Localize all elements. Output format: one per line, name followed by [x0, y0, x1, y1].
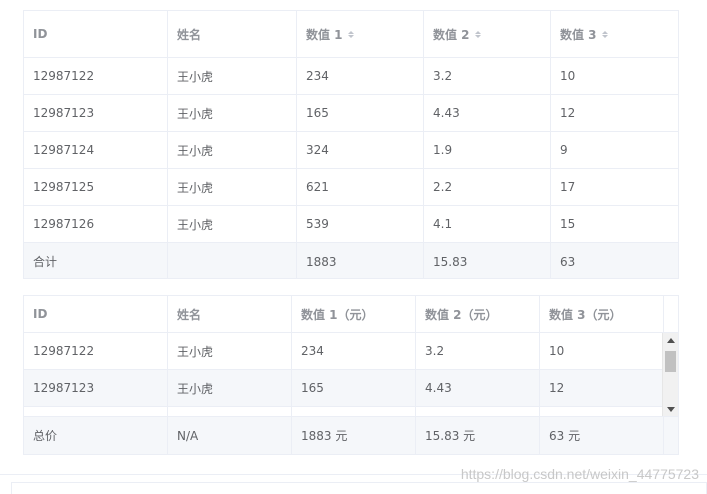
- table-row[interactable]: 12987125 王小虎 621 2.2 17: [24, 169, 678, 206]
- header-label: 数值 1: [306, 27, 343, 42]
- header-value2-sortable[interactable]: 数值 2: [424, 11, 551, 57]
- cell-name: 王小虎: [168, 58, 297, 94]
- cell-id: 12987125: [24, 169, 168, 205]
- cell-name: 王小虎: [168, 95, 297, 131]
- cell-value1: 234: [292, 333, 416, 369]
- summary-label: 合计: [24, 243, 168, 278]
- cell-value2: 3.2: [416, 333, 540, 369]
- summary-value1: 1883 元: [292, 417, 416, 454]
- summary-gutter: [664, 417, 678, 454]
- summary-row: 总价 N/A 1883 元 15.83 元 63 元: [24, 416, 678, 454]
- cell-id: 12987123: [24, 95, 168, 131]
- cell-value3: 10: [549, 344, 565, 358]
- summary-row: 合计 1883 15.83 63: [24, 243, 678, 278]
- header-label: 数值 3: [560, 27, 597, 42]
- cell-value1: 165: [297, 95, 424, 131]
- table-row[interactable]: 12987126 王小虎 539 4.1 15: [24, 206, 678, 243]
- header-name: 姓名: [168, 11, 297, 57]
- cell-id: 12987122: [24, 58, 168, 94]
- header-label: 数值 2: [433, 27, 470, 42]
- summary-value3: 63 元: [540, 417, 664, 454]
- header-value1: 数值 1（元）: [292, 296, 416, 332]
- header-id: ID: [24, 11, 168, 57]
- cell-name: 王小虎: [168, 206, 297, 242]
- header-value1-sortable[interactable]: 数值 1: [297, 11, 424, 57]
- cell-value1: 539: [297, 206, 424, 242]
- cell-value2: 1.9: [424, 132, 551, 168]
- cell-value1: 165: [292, 370, 416, 406]
- summary-name: [168, 243, 297, 278]
- table-row[interactable]: 12987124 王小虎 324 1.9 9: [24, 132, 678, 169]
- sortable-table: ID 姓名 数值 1 数值 2 数值 3 12987122 王小虎 234 3.…: [23, 10, 679, 279]
- next-panel-edge: [11, 482, 707, 494]
- table-row[interactable]: 12987122 王小虎 234 3.2 10: [24, 58, 678, 95]
- summary-name: N/A: [168, 417, 292, 454]
- cell-id: 12987124: [24, 132, 168, 168]
- header-value3-sortable[interactable]: 数值 3: [551, 11, 678, 57]
- table-row[interactable]: 12987123 王小虎 165 4.43 12: [24, 370, 678, 407]
- cell-id: 12987123: [24, 370, 168, 406]
- cell-value3: 12: [560, 106, 576, 120]
- cell-value2: 2.2: [424, 169, 551, 205]
- table-body-scroll[interactable]: 12987122 王小虎 234 3.2 10 12987123 王小虎 165…: [24, 333, 678, 417]
- summary-value3: 63: [560, 254, 576, 269]
- summary-value2: 15.83: [424, 243, 551, 278]
- table-header-row: ID 姓名 数值 1（元） 数值 2（元） 数值 3（元）: [24, 296, 678, 333]
- cell-value3: 15: [560, 217, 576, 231]
- table-row[interactable]: 12987123 王小虎 165 4.43 12: [24, 95, 678, 132]
- cell-value3: 17: [560, 180, 576, 194]
- cell-name: 王小虎: [168, 370, 292, 406]
- header-value2: 数值 2（元）: [416, 296, 540, 332]
- header-gutter: [664, 296, 678, 332]
- cell-value2: 4.43: [424, 95, 551, 131]
- cell-value3: 9: [560, 143, 568, 157]
- header-label: ID: [33, 27, 48, 41]
- vertical-scrollbar[interactable]: [662, 333, 678, 417]
- fixed-height-table: ID 姓名 数值 1（元） 数值 2（元） 数值 3（元） 12987122 王…: [23, 295, 679, 455]
- sort-caret-icon[interactable]: [601, 30, 608, 38]
- header-name: 姓名: [168, 296, 292, 332]
- cell-id: 12987126: [24, 206, 168, 242]
- cell-id: 12987122: [24, 333, 168, 369]
- cell-value2: 4.43: [416, 370, 540, 406]
- scroll-up-icon[interactable]: [667, 338, 675, 343]
- table-row[interactable]: 12987122 王小虎 234 3.2 10: [24, 333, 678, 370]
- watermark-text: https://blog.csdn.net/weixin_44775723: [460, 466, 699, 482]
- header-id: ID: [24, 296, 168, 332]
- cell-name: 王小虎: [168, 333, 292, 369]
- cell-value1: 621: [297, 169, 424, 205]
- cell-value2: 3.2: [424, 58, 551, 94]
- cell-value1: 324: [297, 132, 424, 168]
- header-value3: 数值 3（元）: [540, 296, 664, 332]
- scroll-down-icon[interactable]: [667, 407, 675, 412]
- summary-label: 总价: [24, 417, 168, 454]
- cell-value2: 4.1: [424, 206, 551, 242]
- header-label: 姓名: [177, 27, 202, 42]
- summary-value2: 15.83 元: [416, 417, 540, 454]
- scroll-thumb[interactable]: [665, 351, 676, 372]
- cell-value1: 234: [297, 58, 424, 94]
- summary-value1: 1883: [297, 243, 424, 278]
- table-header-row: ID 姓名 数值 1 数值 2 数值 3: [24, 11, 678, 58]
- cell-value3: 12: [549, 381, 565, 395]
- sort-caret-icon[interactable]: [474, 30, 481, 38]
- cell-name: 王小虎: [168, 169, 297, 205]
- cell-name: 王小虎: [168, 132, 297, 168]
- sort-caret-icon[interactable]: [347, 30, 354, 38]
- cell-value3: 10: [560, 69, 576, 83]
